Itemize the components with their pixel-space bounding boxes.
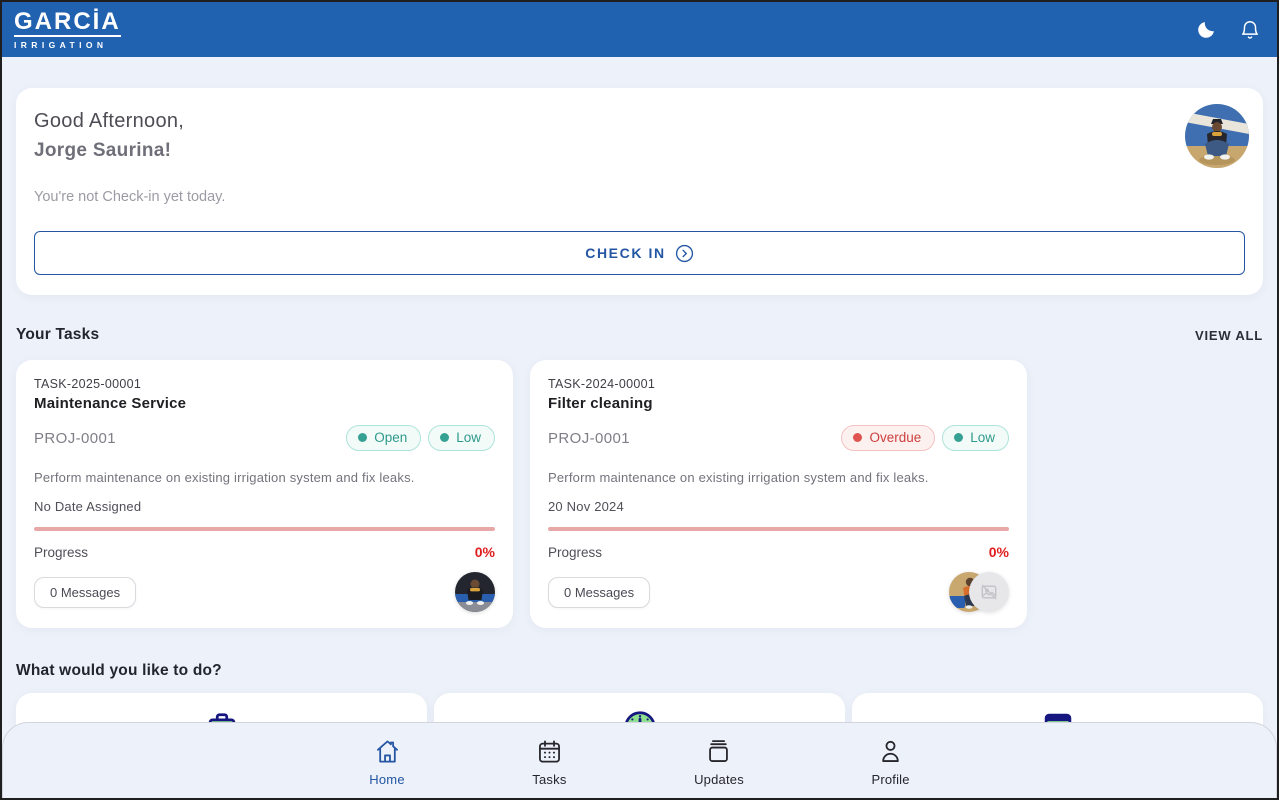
- progress-bar: [34, 527, 495, 531]
- task-id: TASK-2024-00001: [548, 377, 656, 391]
- chevron-circle-icon: [675, 244, 693, 262]
- bell-icon[interactable]: [1239, 19, 1261, 41]
- nav-item-profile[interactable]: Profile: [871, 734, 910, 787]
- greeting-line1: Good Afternoon,: [34, 110, 185, 132]
- greeting-card: Good Afternoon, Jorge Saurina! You're no…: [16, 88, 1263, 295]
- nav-label: Tasks: [532, 772, 567, 787]
- nav-item-home[interactable]: Home: [369, 734, 405, 787]
- actions-section-title: What would you like to do?: [16, 662, 222, 679]
- progress-label: Progress: [34, 544, 89, 560]
- nav-item-tasks[interactable]: Tasks: [532, 734, 566, 787]
- main-content: Good Afternoon, Jorge Saurina! You're no…: [2, 88, 1277, 798]
- nav-label: Updates: [694, 772, 744, 787]
- task-date: No Date Assigned: [34, 499, 142, 514]
- project-id: PROJ-0001: [548, 429, 630, 447]
- status-badge: Open: [346, 425, 422, 451]
- no-image-avatar: [969, 572, 1009, 612]
- nav-label: Profile: [871, 772, 910, 787]
- project-id: PROJ-0001: [34, 429, 116, 447]
- brand-logo: GARCİA IRRIGATION: [14, 7, 121, 50]
- app-header: GARCİA IRRIGATION: [2, 2, 1277, 57]
- home-icon: [376, 740, 398, 763]
- header-actions: [1195, 19, 1261, 41]
- assignee-avatars: [455, 572, 495, 612]
- updates-icon: [709, 740, 729, 762]
- nav-label: Home: [369, 772, 405, 787]
- status-badges: Open Low: [346, 425, 495, 451]
- tasks-row: TASK-2025-00001 Maintenance Service PROJ…: [16, 360, 1263, 628]
- progress-label: Progress: [548, 544, 603, 560]
- task-description: Perform maintenance on existing irrigati…: [34, 470, 415, 485]
- priority-badge: Low: [942, 425, 1009, 451]
- progress-percent: 0%: [474, 544, 495, 560]
- priority-badge: Low: [428, 425, 495, 451]
- checkin-status-text: You're not Check-in yet today.: [34, 189, 226, 205]
- status-badge: Overdue: [841, 425, 936, 451]
- moon-icon[interactable]: [1195, 19, 1217, 41]
- bottom-nav: Home Tasks Updates Profile: [2, 722, 1277, 798]
- image-off-icon: [981, 584, 997, 600]
- tasks-section-title: Your Tasks: [16, 326, 100, 343]
- status-dot: [853, 433, 863, 442]
- app-screen: GARCİA IRRIGATION Good Afternoon, Jorge …: [0, 0, 1279, 800]
- person-icon: [882, 740, 899, 762]
- task-card[interactable]: TASK-2025-00001 Maintenance Service PROJ…: [16, 360, 513, 628]
- calendar-icon: [538, 740, 560, 763]
- check-in-label: CHECK IN: [585, 245, 666, 261]
- task-card[interactable]: TASK-2024-00001 Filter cleaning PROJ-000…: [530, 360, 1027, 628]
- status-badges: Overdue Low: [841, 425, 1009, 451]
- check-in-button[interactable]: CHECK IN: [34, 231, 1245, 275]
- assignee-avatar: [455, 572, 495, 612]
- messages-button[interactable]: 0 Messages: [34, 576, 137, 608]
- task-id: TASK-2025-00001: [34, 377, 142, 391]
- progress-bar: [548, 527, 1009, 531]
- actions-section-head: What would you like to do?: [16, 662, 1263, 680]
- task-date: 20 Nov 2024: [548, 499, 624, 514]
- assignee-avatars: [949, 572, 1009, 612]
- task-title: Maintenance Service: [34, 395, 187, 412]
- progress-percent: 0%: [988, 544, 1009, 560]
- user-avatar: [1185, 104, 1249, 168]
- brand-subtitle: IRRIGATION: [14, 39, 108, 50]
- status-dot: [440, 433, 450, 442]
- nav-item-updates[interactable]: Updates: [694, 734, 744, 787]
- status-dot: [954, 433, 964, 442]
- task-title: Filter cleaning: [548, 395, 653, 412]
- messages-button[interactable]: 0 Messages: [548, 576, 651, 608]
- greeting-name: Jorge Saurina!: [34, 140, 172, 161]
- view-all-link[interactable]: VIEW ALL: [1195, 328, 1263, 343]
- brand-name: GARCİA: [14, 7, 121, 37]
- tasks-section-head: Your Tasks VIEW ALL: [16, 326, 1263, 344]
- status-dot: [358, 433, 368, 442]
- task-description: Perform maintenance on existing irrigati…: [548, 470, 929, 485]
